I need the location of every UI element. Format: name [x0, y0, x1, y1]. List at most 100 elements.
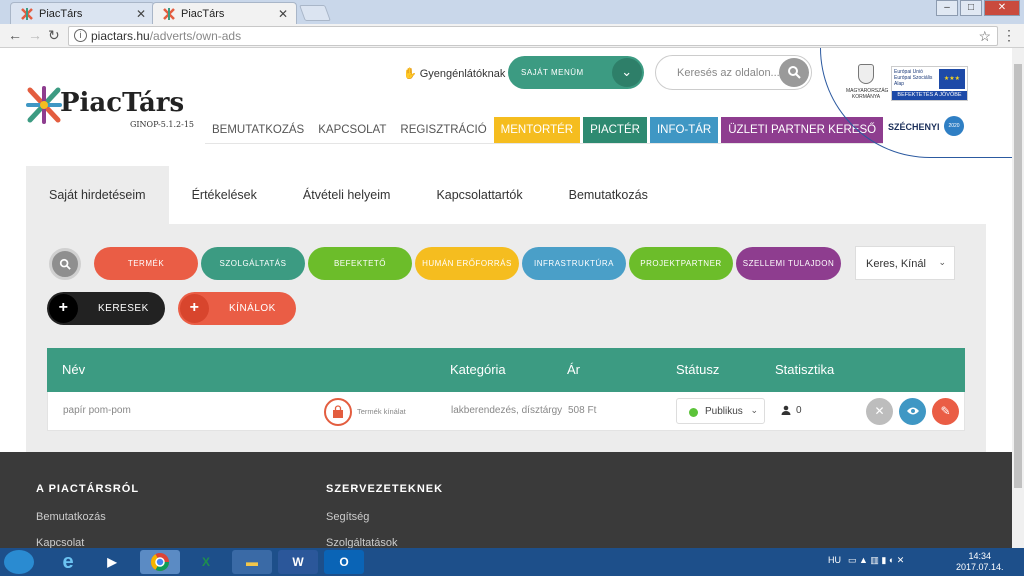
my-menu-label: SAJÁT MENÜM [521, 68, 584, 77]
browser-tabstrip: PiacTárs ✕ PiacTárs ✕ – □ ✕ [0, 0, 1024, 24]
accessibility-link[interactable]: ✋ Gyengénlátóknak [403, 67, 505, 80]
new-search-ad-button[interactable]: + KERESEK [47, 292, 165, 325]
eu-fund-badge: Európai Unió Európai Szociális Alap ★★★ … [891, 66, 968, 101]
site-info-icon[interactable]: i [74, 29, 87, 42]
windows-taskbar: e ▶ X ▬ W O HU ▭ ▲ ▥ ▮ ◐ ✕ 14:34 2017.07… [0, 548, 1024, 576]
chrome-icon[interactable] [140, 550, 180, 574]
ad-category: lakberendezés, dísztárgy [451, 405, 563, 416]
tab-pickup-locations[interactable]: Átvételi helyeim [280, 166, 414, 224]
account-tabs: Saját hirdetéseim Értékelések Átvételi h… [26, 166, 986, 226]
col-statistics[interactable]: Statisztika [775, 362, 834, 377]
bookmark-star-icon[interactable]: ☆ [978, 28, 991, 45]
forward-arrow-icon[interactable]: → [28, 27, 42, 43]
chevron-down-icon: ⌄ [938, 257, 946, 267]
offer-type-select[interactable]: Keres, Kínál ⌄ [855, 246, 955, 280]
media-player-icon[interactable]: ▶ [92, 550, 132, 574]
browser-menu-icon[interactable]: ⋮ [1002, 27, 1016, 44]
delete-icon[interactable]: ✕ [866, 398, 893, 425]
main-navigation: BEMUTATKOZÁS KAPCSOLAT REGISZTRÁCIÓ MENT… [205, 117, 884, 144]
filter-szellemi-tulajdon[interactable]: SZELLEMI TULAJDON [736, 247, 841, 280]
ad-type: Termék kínálat [357, 407, 406, 416]
tab-own-ads[interactable]: Saját hirdetéseim [26, 166, 169, 224]
file-explorer-icon[interactable]: ▬ [232, 550, 272, 574]
browser-tab-active[interactable]: PiacTárs ✕ [152, 2, 297, 24]
edit-pencil-icon[interactable]: ✎ [932, 398, 959, 425]
new-offer-ad-label: KÍNÁLOK [229, 303, 276, 314]
offer-type-value: Keres, Kínál [866, 258, 926, 270]
close-tab-icon[interactable]: ✕ [136, 7, 146, 21]
reload-icon[interactable]: ↻ [48, 27, 60, 44]
browser-tab[interactable]: PiacTárs ✕ [10, 2, 155, 24]
tab-contacts[interactable]: Kapcsolattartók [413, 166, 545, 224]
system-clock[interactable]: 14:34 2017.07.14. [956, 551, 1004, 573]
col-category[interactable]: Kategória [450, 362, 506, 377]
browser-tab-label: PiacTárs [181, 8, 225, 20]
url-domain: piactars.hu [91, 29, 150, 43]
user-icon [781, 405, 791, 415]
nav-bemutatkozas[interactable]: BEMUTATKOZÁS [205, 117, 311, 143]
col-status[interactable]: Státusz [676, 362, 719, 377]
tab-introduction[interactable]: Bemutatkozás [546, 166, 671, 224]
site-search-input[interactable]: Keresés az oldalon... [655, 55, 812, 90]
window-close-icon[interactable]: ✕ [984, 0, 1020, 16]
piactars-favicon-icon [163, 8, 175, 20]
page-scrollbar[interactable] [1012, 48, 1024, 548]
excel-icon[interactable]: X [186, 550, 226, 574]
outlook-icon[interactable]: O [324, 550, 364, 574]
footer-about-title: A PIACTÁRSRÓL [36, 483, 140, 495]
nav-piacter[interactable]: PIACTÉR [583, 117, 647, 143]
nav-info-tar[interactable]: INFO-TÁR [649, 117, 719, 143]
status-select[interactable]: Publikus ⌄ [676, 398, 765, 424]
accessibility-link-label: Gyengénlátóknak [419, 68, 506, 80]
window-controls: – □ ✕ [934, 0, 1020, 16]
new-search-ad-label: KERESEK [98, 303, 149, 314]
tray-icons[interactable]: ▭ ▲ ▥ ▮ ◐ ✕ [848, 555, 904, 566]
nav-regisztracio[interactable]: REGISZTRÁCIÓ [393, 117, 493, 143]
scrollbar-thumb[interactable] [1014, 64, 1022, 488]
language-indicator[interactable]: HU [828, 555, 841, 565]
status-dot-icon [689, 408, 698, 417]
piactars-logo-icon [26, 86, 62, 124]
clock-date: 2017.07.14. [956, 562, 1004, 572]
filter-human-eroforras[interactable]: HUMÁN ERŐFORRÁS [415, 247, 519, 280]
view-eye-icon[interactable] [899, 398, 926, 425]
filter-search-icon[interactable] [49, 248, 81, 280]
word-icon[interactable]: W [278, 550, 318, 574]
browser-tab-label: PiacTárs [39, 8, 83, 20]
clock-time: 14:34 [968, 551, 992, 561]
tab-ratings[interactable]: Értékelések [169, 166, 280, 224]
back-arrow-icon[interactable]: ← [8, 27, 22, 43]
szechenyi-2020-badge: 2020 [944, 116, 964, 136]
footer-orgs-title: SZERVEZETEKNEK [326, 483, 444, 495]
url-path: /adverts/own-ads [149, 29, 242, 43]
close-tab-icon[interactable]: ✕ [278, 7, 288, 21]
new-offer-ad-button[interactable]: + KÍNÁLOK [178, 292, 296, 325]
filter-infrastruktura[interactable]: INFRASTRUKTÚRA [522, 247, 626, 280]
col-name[interactable]: Név [62, 362, 85, 377]
my-menu-button[interactable]: SAJÁT MENÜM ⌄ [508, 56, 644, 89]
col-price[interactable]: Ár [567, 362, 580, 377]
filter-termek[interactable]: TERMÉK [94, 247, 198, 280]
address-bar[interactable]: i piactars.hu/adverts/own-ads ☆ [68, 26, 998, 46]
internet-explorer-icon[interactable]: e [48, 550, 88, 574]
eu-fund-text: Európai Unió Európai Szociális Alap [894, 69, 933, 87]
search-placeholder: Keresés az oldalon... [677, 67, 780, 79]
ad-name[interactable]: papír pom-pom [63, 405, 131, 416]
ad-price: 508 Ft [568, 405, 597, 416]
eu-band-text: BEFEKTETÉS A JÖVŐBE [892, 91, 967, 100]
footer-link[interactable]: Bemutatkozás [36, 511, 106, 523]
windows-start-icon[interactable] [4, 550, 34, 574]
chevron-down-icon: ⌄ [750, 405, 758, 415]
nav-mentorter[interactable]: MENTORTÉR [493, 117, 581, 143]
footer-link[interactable]: Segítség [326, 511, 369, 523]
new-tab-button[interactable] [299, 5, 331, 21]
table-row: papír pom-pom Termék kínálat lakberendez… [47, 392, 965, 431]
maximize-icon[interactable]: □ [960, 0, 982, 16]
filter-projektpartner[interactable]: PROJEKTPARTNER [629, 247, 733, 280]
minimize-icon[interactable]: – [936, 0, 958, 16]
plus-icon: + [180, 294, 209, 323]
nav-kapcsolat[interactable]: KAPCSOLAT [311, 117, 393, 143]
search-icon[interactable] [779, 58, 809, 87]
filter-befekteto[interactable]: BEFEKTETŐ [308, 247, 412, 280]
filter-szolgaltatas[interactable]: SZOLGÁLTATÁS [201, 247, 305, 280]
